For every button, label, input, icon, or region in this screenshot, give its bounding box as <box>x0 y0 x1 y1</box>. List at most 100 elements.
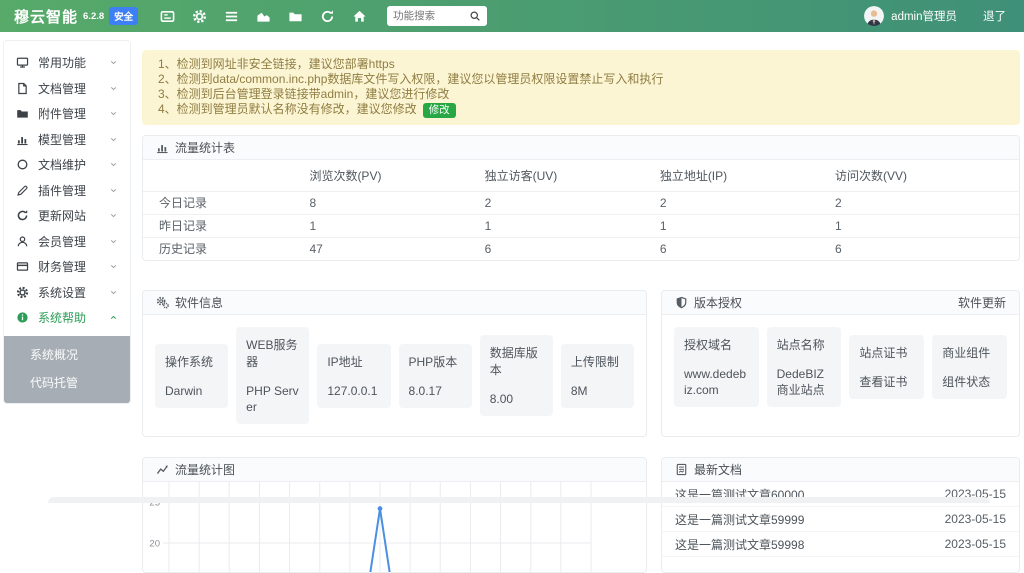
sidebar-item-document-management[interactable]: 文档管理 <box>4 76 130 102</box>
footer-strip <box>48 497 990 503</box>
avatar[interactable] <box>864 6 884 26</box>
license-card-site-name: 站点名称 DedeBIZ商业站点 <box>767 327 842 407</box>
info-card-web-server: WEB服务器 PHP Server <box>236 327 309 424</box>
folder-icon[interactable] <box>288 9 303 24</box>
sidebar-item-label: 插件管理 <box>38 182 109 199</box>
row-label: 今日记录 <box>143 191 309 214</box>
table-row: 历史记录 47 6 6 6 <box>143 237 1019 260</box>
sidebar-item-common-functions[interactable]: 常用功能 <box>4 50 130 76</box>
software-info-cards: 操作系统 Darwin WEB服务器 PHP Server IP地址 127.0… <box>143 315 646 436</box>
sidebar-item-plugin-management[interactable]: 插件管理 <box>4 178 130 204</box>
card-label: 商业组件 <box>942 344 997 361</box>
doc-title: 这是一篇测试文章59999 <box>675 511 804 528</box>
license-cards: 授权域名 www.dedebiz.com 站点名称 DedeBIZ商业站点 站点… <box>662 315 1019 419</box>
panel-header: 流量统计图 <box>143 458 646 482</box>
table-row: 今日记录 8 2 2 2 <box>143 191 1019 214</box>
component-status-link[interactable]: 组件状态 <box>942 374 997 390</box>
chevron-down-icon <box>109 58 118 67</box>
plugin-icon <box>16 184 29 197</box>
sidebar-item-attachment-management[interactable]: 附件管理 <box>4 101 130 127</box>
card-value: www.dedebiz.com <box>684 366 749 398</box>
sidebar-item-update-site[interactable]: 更新网站 <box>4 203 130 229</box>
info-card-os: 操作系统 Darwin <box>155 344 228 408</box>
cell-value: 1 <box>485 214 660 237</box>
info-row: 软件信息 操作系统 Darwin WEB服务器 PHP Server IP地址 … <box>142 280 1020 437</box>
sidebar-item-label: 文档维护 <box>38 156 109 173</box>
refresh-icon[interactable] <box>320 9 335 24</box>
panel-title: 最新文档 <box>694 461 742 478</box>
modify-button[interactable]: 修改 <box>423 103 456 118</box>
cell-value: 2 <box>660 191 835 214</box>
cell-value: 1 <box>660 214 835 237</box>
sidebar-item-system-settings[interactable]: 系统设置 <box>4 280 130 306</box>
info-card-ip: IP地址 127.0.0.1 <box>317 344 390 408</box>
notice-line: 4、检测到管理员默认名称没有修改，建议您修改修改 <box>158 102 1004 118</box>
logout-link[interactable]: 退了 <box>983 8 1006 24</box>
bottom-row: 流量统计图 2520 最新文档 这是一篇测试文章60000 2023-05-15… <box>142 447 1020 573</box>
cell-value: 2 <box>485 191 660 214</box>
notice-line: 2、检测到data/common.inc.php数据库文件写入权限，建议您以管理… <box>158 72 1004 87</box>
sidebar-item-label: 附件管理 <box>38 105 109 122</box>
cell-value: 1 <box>309 214 484 237</box>
chevron-down-icon <box>109 160 118 169</box>
sidebar-item-member-management[interactable]: 会员管理 <box>4 229 130 255</box>
cell-value: 1 <box>835 214 1019 237</box>
app-logo: 穆云智能 <box>14 6 78 27</box>
shield-icon <box>675 296 688 309</box>
table-header-cell: 访问次数(VV) <box>835 160 1019 191</box>
sidebar-item-document-maintenance[interactable]: 文档维护 <box>4 152 130 178</box>
sidebar-item-label: 文档管理 <box>38 80 109 97</box>
chart-area-icon[interactable] <box>256 9 271 24</box>
doc-date: 2023-05-15 <box>945 512 1006 526</box>
panel-title: 软件信息 <box>175 294 223 311</box>
top-header: 穆云智能 6.2.8 安全 admin管理员 退了 <box>0 0 1024 32</box>
panel-header: 版本授权 软件更新 <box>662 291 1019 315</box>
card-value: PHP Server <box>246 383 299 415</box>
license-panel: 版本授权 软件更新 授权域名 www.dedebiz.com 站点名称 Dede… <box>661 290 1020 437</box>
info-icon <box>16 311 29 324</box>
gear-icon[interactable] <box>192 9 207 24</box>
system-help-submenu: 系统概况 代码托管 <box>4 336 130 403</box>
refresh-icon <box>16 209 29 222</box>
doc-list-item[interactable]: 这是一篇测试文章59998 2023-05-15 <box>662 532 1019 557</box>
card-label: 站点名称 <box>777 336 832 353</box>
latest-docs-panel: 最新文档 这是一篇测试文章60000 2023-05-15 这是一篇测试文章59… <box>661 457 1020 573</box>
sidebar-item-label: 财务管理 <box>38 258 109 275</box>
doc-list-item[interactable]: 这是一篇测试文章59999 2023-05-15 <box>662 507 1019 532</box>
table-header-cell: 浏览次数(PV) <box>309 160 484 191</box>
row-label: 历史记录 <box>143 237 309 260</box>
traffic-chart: 2520 <box>143 482 646 572</box>
doc-title: 这是一篇测试文章59998 <box>675 536 804 553</box>
sidebar-item-finance-management[interactable]: 财务管理 <box>4 254 130 280</box>
submenu-item-system-overview[interactable]: 系统概况 <box>4 341 130 369</box>
sidebar-item-label: 模型管理 <box>38 131 109 148</box>
card-label: 操作系统 <box>165 353 218 370</box>
sidebar-item-system-help[interactable]: 系统帮助 <box>4 305 130 331</box>
info-card-db-version: 数据库版本 8.00 <box>480 335 553 416</box>
panel-header: 流量统计表 <box>143 136 1019 160</box>
search-input[interactable] <box>393 10 469 22</box>
menu-icon[interactable] <box>224 9 239 24</box>
chevron-down-icon <box>109 109 118 118</box>
submenu-item-code-hosting[interactable]: 代码托管 <box>4 369 130 397</box>
sidebar-item-label: 系统帮助 <box>38 309 109 326</box>
cell-value: 8 <box>309 191 484 214</box>
card-value: 8M <box>571 383 624 399</box>
search-icon[interactable] <box>469 10 481 22</box>
function-search <box>387 6 487 26</box>
software-update-link[interactable]: 软件更新 <box>958 294 1006 311</box>
view-cert-link[interactable]: 查看证书 <box>859 374 914 390</box>
sidebar-item-label: 系统设置 <box>38 284 109 301</box>
chevron-down-icon <box>109 186 118 195</box>
sidebar-item-label: 常用功能 <box>38 54 109 71</box>
user-name[interactable]: admin管理员 <box>891 8 957 24</box>
software-info-panel: 软件信息 操作系统 Darwin WEB服务器 PHP Server IP地址 … <box>142 290 647 437</box>
cell-value: 2 <box>835 191 1019 214</box>
chevron-down-icon <box>109 237 118 246</box>
sidebar-item-model-management[interactable]: 模型管理 <box>4 127 130 153</box>
card-label: PHP版本 <box>409 353 462 370</box>
home-icon[interactable] <box>352 9 367 24</box>
modules-icon[interactable] <box>160 9 175 24</box>
doc-list-item[interactable]: 这是一篇测试文章60000 2023-05-15 <box>662 482 1019 507</box>
table-row: 昨日记录 1 1 1 1 <box>143 214 1019 237</box>
